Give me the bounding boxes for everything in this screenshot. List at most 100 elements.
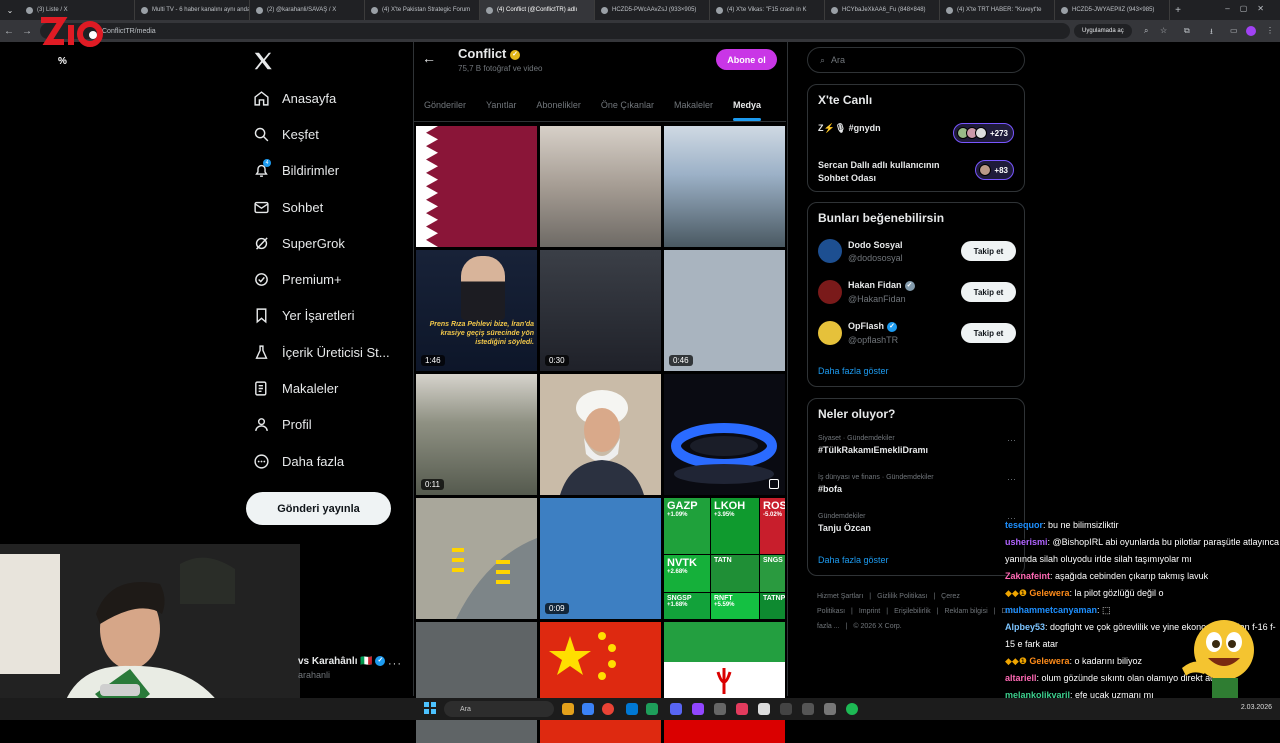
media-thumbnail[interactable] bbox=[664, 126, 785, 247]
nav-item-articles[interactable]: Makaleler bbox=[246, 370, 390, 406]
nav-item-explore[interactable]: Keşfet bbox=[246, 116, 390, 152]
search-input[interactable]: ⌕ Ara bbox=[807, 47, 1025, 73]
footer-link[interactable]: Erişilebilirlik bbox=[894, 608, 931, 615]
live-listeners-pill[interactable]: +83 bbox=[975, 160, 1014, 180]
post-button[interactable]: Gönderi yayınla bbox=[246, 492, 391, 525]
taskbar-app-icon[interactable] bbox=[758, 703, 770, 715]
sidebar-icon[interactable]: ▭ bbox=[1230, 26, 1238, 35]
window-controls[interactable]: –▢✕ bbox=[1225, 4, 1274, 13]
trend-item[interactable]: Siyaset · Gündemdekiler #TülkRakamıEmekli… bbox=[818, 435, 1016, 455]
media-thumbnail[interactable]: 0:46 bbox=[664, 250, 785, 371]
media-thumbnail[interactable]: 0:09 bbox=[540, 498, 661, 619]
more-options-icon[interactable]: ··· bbox=[1007, 435, 1016, 445]
taskbar-app-icon[interactable] bbox=[714, 703, 726, 715]
live-item-title[interactable]: Sercan Dallı adlı kullanıcının Sohbet Od… bbox=[818, 159, 968, 185]
media-thumbnail[interactable] bbox=[540, 622, 661, 743]
media-thumbnail[interactable]: GAZP+1.09%LKOH+3.95%ROSN-5.02%NVTK+2.68%… bbox=[664, 498, 785, 619]
follow-button[interactable]: Takip et bbox=[961, 241, 1016, 261]
follow-button[interactable]: Takip et bbox=[961, 282, 1016, 302]
media-thumbnail[interactable] bbox=[540, 126, 661, 247]
media-thumbnail[interactable] bbox=[664, 622, 785, 743]
nav-item-notifications[interactable]: 4 Bildirimler bbox=[246, 153, 390, 189]
follow-suggestion[interactable]: Dodo Sosyal @dodososyal Takip et bbox=[818, 239, 1016, 263]
trends-more-link[interactable]: Daha fazla göster bbox=[818, 555, 889, 565]
extensions-icon[interactable]: ⧉ bbox=[1184, 26, 1190, 36]
twitch-taskbar-icon[interactable] bbox=[692, 703, 704, 715]
browser-tab[interactable]: (2) @karahanli/SAVAŞ / X bbox=[250, 0, 365, 20]
browser-tab[interactable]: (4) X'te Vikas: "F15 crash in K bbox=[710, 0, 825, 20]
nav-item-creator[interactable]: İçerik Üreticisi St... bbox=[246, 334, 390, 370]
taskbar-app-icon[interactable] bbox=[626, 703, 638, 715]
profile-tab[interactable]: Makaleler bbox=[664, 88, 723, 121]
browser-menu-icon[interactable]: ⋮ bbox=[1266, 26, 1274, 35]
subscribe-button[interactable]: Abone ol bbox=[716, 49, 777, 70]
live-item-title[interactable]: Z⚡🎙 #gnydn bbox=[818, 123, 881, 134]
x-logo-icon[interactable] bbox=[252, 50, 274, 72]
trend-item[interactable]: İş dünyası ve finans · Gündemdekiler #bof… bbox=[818, 474, 1016, 494]
taskbar-app-icon[interactable] bbox=[736, 703, 748, 715]
profile-tab[interactable]: Yanıtlar bbox=[476, 88, 526, 121]
media-thumbnail[interactable]: 0:30 bbox=[540, 250, 661, 371]
profile-tab[interactable]: Abonelikler bbox=[526, 88, 591, 121]
profile-tab[interactable]: Medya bbox=[723, 88, 771, 121]
browser-tab[interactable]: HCZD5-JWYAEPIIZ (943×985) bbox=[1055, 0, 1170, 20]
footer-link[interactable]: Reklam bilgisi bbox=[944, 608, 987, 615]
zoom-icon[interactable]: ⌕ bbox=[1144, 26, 1148, 36]
who-to-follow-more-link[interactable]: Daha fazla göster bbox=[818, 366, 889, 376]
taskbar-app-icon[interactable] bbox=[780, 703, 792, 715]
taskbar-app-icon[interactable] bbox=[646, 703, 658, 715]
live-listeners-pill[interactable]: +273 bbox=[952, 123, 1014, 143]
trend-item[interactable]: Gündemdekiler Tanju Özcan ··· bbox=[818, 513, 1016, 533]
nav-item-home[interactable]: Anasayfa bbox=[246, 80, 390, 116]
media-thumbnail[interactable] bbox=[416, 498, 537, 619]
browser-tab[interactable]: HCYbaJeXkAA6_Fu (848×848) bbox=[825, 0, 940, 20]
nav-item-bookmarks[interactable]: Yer İşaretleri bbox=[246, 298, 390, 334]
chrome-taskbar-icon[interactable] bbox=[602, 703, 614, 715]
windows-start-icon[interactable] bbox=[424, 702, 436, 714]
taskbar-app-icon[interactable] bbox=[802, 703, 814, 715]
new-tab-button[interactable]: + bbox=[1170, 5, 1186, 16]
spotify-taskbar-icon[interactable] bbox=[846, 703, 858, 715]
downloads-icon[interactable]: ⭳ bbox=[1210, 26, 1213, 40]
nav-item-profile[interactable]: Profil bbox=[246, 407, 390, 443]
browser-tab[interactable]: Multi TV - 6 haber kanalını aynı anda bbox=[135, 0, 250, 20]
nav-item-more[interactable]: Daha fazla bbox=[246, 443, 390, 479]
browser-tab[interactable]: (4) X'te Pakistan Strategic Forum bbox=[365, 0, 480, 20]
open-in-app-button[interactable]: Uygulamada aç bbox=[1074, 24, 1132, 38]
media-thumbnail[interactable]: Prens Rıza Pehlevi bize, İran'da krasiye… bbox=[416, 250, 537, 371]
media-thumbnail[interactable]: 0:11 bbox=[416, 374, 537, 495]
media-thumbnail[interactable] bbox=[416, 622, 537, 743]
footer-link[interactable]: © 2026 X Corp. bbox=[853, 623, 901, 630]
taskbar-app-icon[interactable] bbox=[824, 703, 836, 715]
media-thumbnail[interactable] bbox=[416, 126, 537, 247]
taskbar-app-icon[interactable] bbox=[562, 703, 574, 715]
browser-tab[interactable]: (4) X'te TRT HABER: "Kuveyt'te bbox=[940, 0, 1055, 20]
footer-link[interactable]: Imprint bbox=[859, 608, 880, 615]
profile-tab[interactable]: Gönderiler bbox=[414, 88, 476, 121]
media-thumbnail[interactable] bbox=[540, 374, 661, 495]
tab-search-icon[interactable]: ⌄ bbox=[0, 6, 20, 15]
follow-suggestion[interactable]: Hakan Fidan ✓ @HakanFidan Takip et bbox=[818, 280, 1016, 304]
taskbar-search-input[interactable]: Ara bbox=[444, 701, 554, 717]
forward-button[interactable]: → bbox=[18, 26, 36, 37]
follow-suggestion[interactable]: OpFlash ✓ @opflashTR Takip et bbox=[818, 321, 1016, 345]
footer-link[interactable]: Hizmet Şartları bbox=[817, 593, 863, 600]
nav-item-messages[interactable]: Sohbet bbox=[246, 189, 390, 225]
follow-button[interactable]: Takip et bbox=[961, 323, 1016, 343]
profile-tab[interactable]: Öne Çıkanlar bbox=[591, 88, 664, 121]
discord-taskbar-icon[interactable] bbox=[670, 703, 682, 715]
profile-avatar[interactable] bbox=[1246, 26, 1256, 36]
back-button[interactable]: ← bbox=[0, 26, 18, 37]
browser-tab[interactable]: HCZD5-PWcAAvZsJ (933×905) bbox=[595, 0, 710, 20]
nav-item-grok[interactable]: SuperGrok bbox=[246, 225, 390, 261]
media-thumbnail[interactable] bbox=[664, 374, 785, 495]
bookmark-star-icon[interactable]: ☆ bbox=[1160, 26, 1167, 35]
url-field[interactable]: ConflictTR/media bbox=[40, 23, 1070, 39]
nav-item-premium[interactable]: Premium+ bbox=[246, 261, 390, 297]
more-options-icon[interactable]: ··· bbox=[1007, 474, 1016, 484]
footer-link[interactable]: Gizlilik Politikası bbox=[877, 593, 927, 600]
taskbar-app-icon[interactable] bbox=[582, 703, 594, 715]
back-arrow-icon[interactable]: ← bbox=[422, 50, 436, 66]
account-name[interactable]: vs Karahânlı 🇮🇹 ✓ bbox=[298, 656, 386, 667]
browser-tab[interactable]: (4) Conflict (@ConflictTR) adlı bbox=[480, 0, 595, 20]
